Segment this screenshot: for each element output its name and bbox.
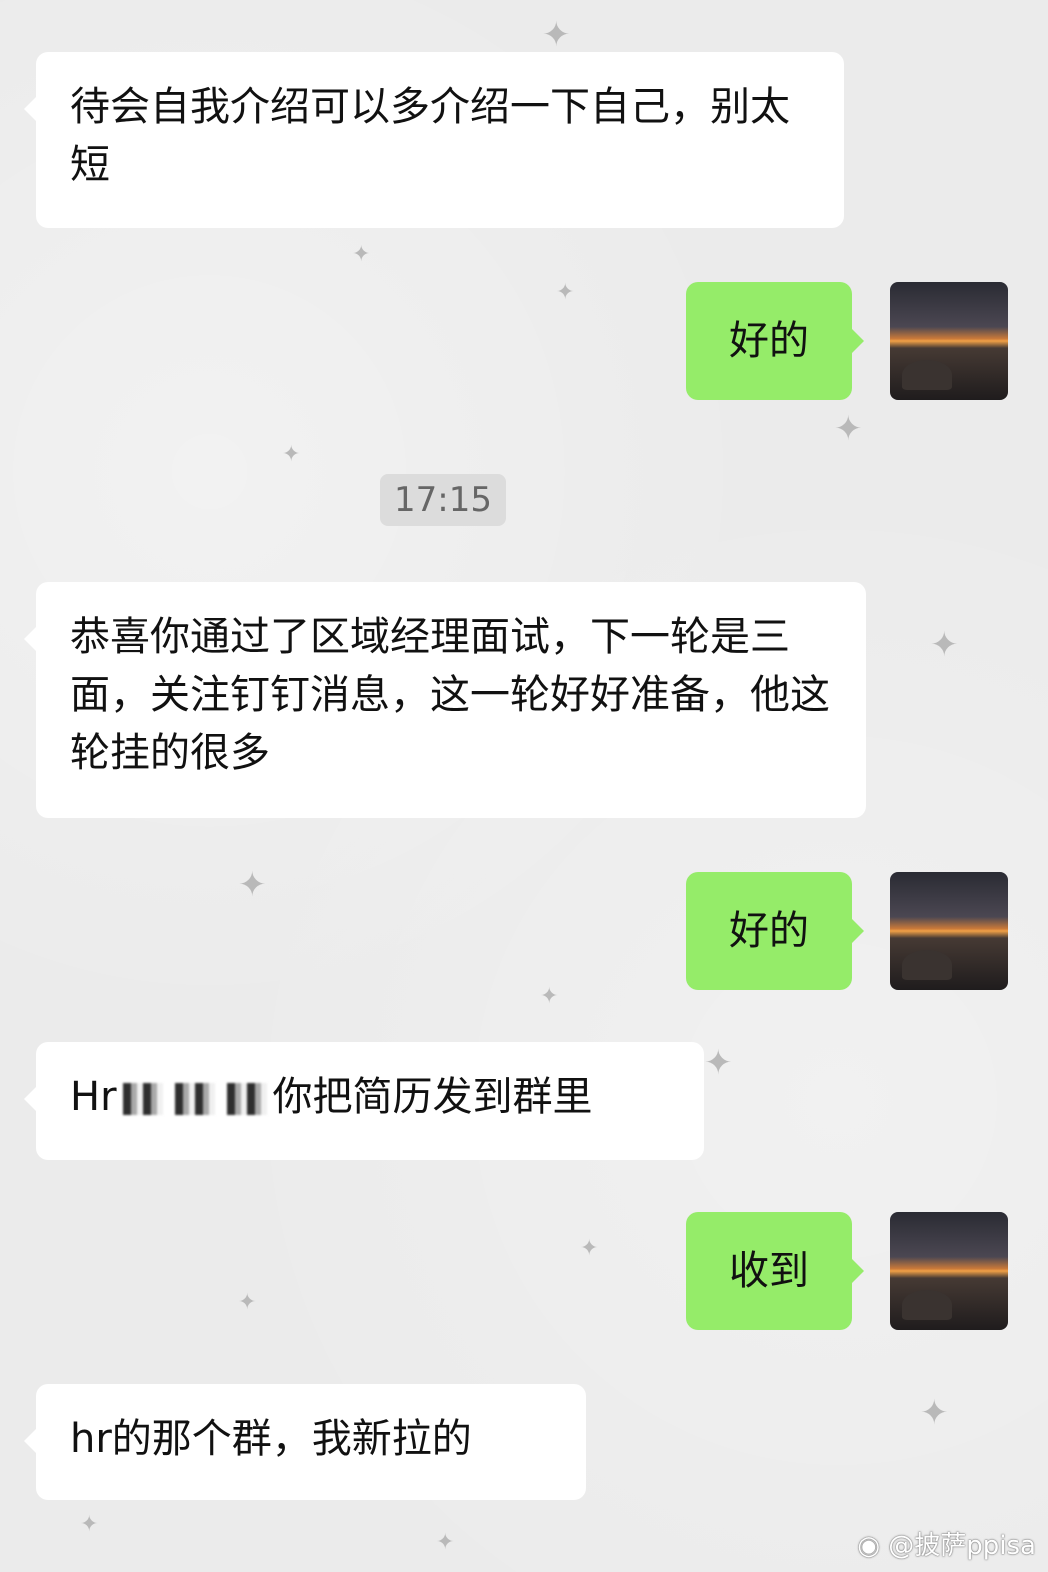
message-text: 恭喜你通过了区域经理面试，下一轮是三面，关注钉钉消息，这一轮好好准备，他这轮挂的… (70, 614, 830, 776)
sent-message-bubble[interactable]: 好的 (686, 872, 864, 990)
message-prefix: Hr (70, 1074, 117, 1120)
star-decoration-icon: ✦ (556, 280, 575, 305)
star-decoration-icon: ✦ (352, 242, 371, 267)
star-decoration-icon: ✦ (920, 1393, 949, 1433)
message-text: 收到 (729, 1248, 809, 1294)
star-decoration-icon: ✦ (282, 442, 301, 467)
message-text: 你把简历发到群里 (272, 1074, 593, 1120)
star-decoration-icon: ✦ (930, 625, 959, 665)
weibo-watermark: ◉ @披萨ppisa (857, 1525, 1036, 1562)
star-decoration-icon: ✦ (238, 865, 267, 905)
message-text: 好的 (729, 318, 809, 364)
received-message-bubble[interactable]: 待会自我介绍可以多介绍一下自己，别太短 (24, 52, 844, 228)
avatar-rock-shape (902, 1290, 952, 1320)
received-message-bubble[interactable]: Hr 你把简历发到群里 (24, 1042, 704, 1160)
user-avatar[interactable] (890, 282, 1008, 400)
received-message-bubble[interactable]: hr的那个群，我新拉的 (24, 1384, 586, 1500)
avatar-rock-shape (902, 950, 952, 980)
star-decoration-icon: ✦ (834, 409, 863, 449)
watermark-text: @披萨ppisa (888, 1531, 1036, 1561)
star-decoration-icon: ✦ (436, 1530, 455, 1555)
chat-timestamp: 17:15 (380, 474, 506, 526)
redacted-name (122, 1083, 163, 1115)
star-decoration-icon: ✦ (80, 1512, 99, 1537)
sent-message-bubble[interactable]: 收到 (686, 1212, 864, 1330)
weibo-logo-icon: ◉ (857, 1531, 881, 1561)
redacted-name (174, 1083, 215, 1115)
star-decoration-icon: ✦ (238, 1290, 257, 1315)
star-decoration-icon: ✦ (580, 1236, 599, 1261)
user-avatar[interactable] (890, 1212, 1008, 1330)
user-avatar[interactable] (890, 872, 1008, 990)
star-decoration-icon: ✦ (704, 1043, 733, 1083)
received-message-bubble[interactable]: 恭喜你通过了区域经理面试，下一轮是三面，关注钉钉消息，这一轮好好准备，他这轮挂的… (24, 582, 866, 818)
star-decoration-icon: ✦ (542, 15, 571, 55)
redacted-name (226, 1083, 267, 1115)
avatar-rock-shape (902, 360, 952, 390)
sent-message-bubble[interactable]: 好的 (686, 282, 864, 400)
message-text: 好的 (729, 908, 809, 954)
message-text: hr的那个群，我新拉的 (70, 1416, 472, 1462)
message-text: 待会自我介绍可以多介绍一下自己，别太短 (70, 84, 790, 188)
star-decoration-icon: ✦ (540, 984, 559, 1009)
